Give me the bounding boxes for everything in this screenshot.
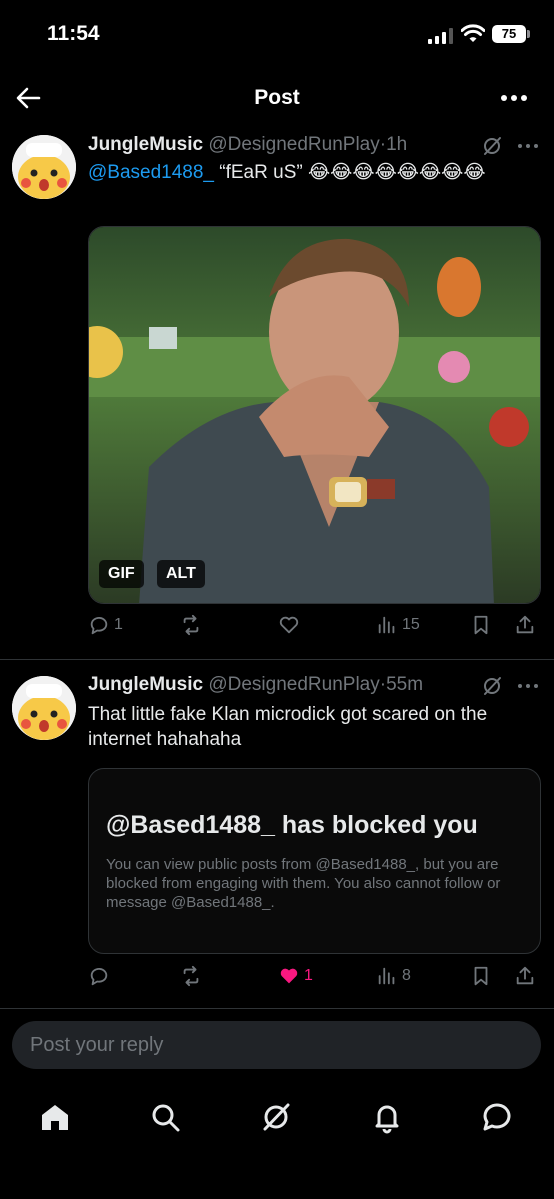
post-text: That little fake Klan microdick got scar… — [88, 704, 488, 750]
blocked-notice-title: @Based1488_ has blocked you — [106, 811, 478, 839]
author-handle[interactable]: @DesignedRunPlay — [208, 674, 379, 695]
share-action[interactable] — [514, 965, 536, 987]
like-count: 1 — [304, 967, 313, 984]
post-time: 55m — [386, 674, 424, 695]
post-more-icon[interactable] — [517, 676, 539, 696]
repost-icon — [183, 965, 199, 987]
share-icon — [516, 966, 534, 985]
post: JungleMusic @DesignedRunPlay·55m That li… — [0, 0, 554, 1010]
grok-icon[interactable] — [482, 676, 502, 696]
heart-filled-icon — [280, 968, 298, 984]
view-count: 8 — [402, 967, 411, 984]
messages-icon[interactable] — [480, 1100, 514, 1134]
avatar[interactable] — [12, 676, 76, 740]
search-icon[interactable] — [148, 1100, 182, 1134]
post-divider — [0, 1008, 554, 1009]
views-icon — [378, 967, 395, 985]
post-actions: 1 8 — [88, 965, 544, 995]
blocked-notice-card: @Based1488_ has blocked you You can view… — [88, 768, 541, 954]
bookmark-icon — [474, 966, 488, 986]
reply-icon — [90, 967, 108, 986]
grok-tab-icon[interactable] — [259, 1100, 293, 1134]
reply-input[interactable]: Post your reply — [12, 1021, 541, 1069]
reply-action[interactable] — [88, 965, 110, 987]
bookmark-action[interactable] — [470, 965, 492, 987]
pikachu-avatar-icon — [12, 676, 76, 740]
home-icon[interactable] — [38, 1100, 72, 1134]
bottom-tab-bar — [0, 1090, 554, 1150]
reply-placeholder: Post your reply — [30, 1034, 164, 1056]
views-action[interactable]: 8 — [376, 965, 411, 987]
like-action[interactable]: 1 — [278, 965, 313, 987]
post-header: JungleMusic @DesignedRunPlay·55m — [88, 674, 423, 696]
notifications-icon[interactable] — [370, 1100, 404, 1134]
repost-action[interactable] — [180, 965, 202, 987]
blocked-notice-body: You can view public posts from @Based148… — [106, 856, 501, 911]
author-name[interactable]: JungleMusic — [88, 674, 203, 695]
